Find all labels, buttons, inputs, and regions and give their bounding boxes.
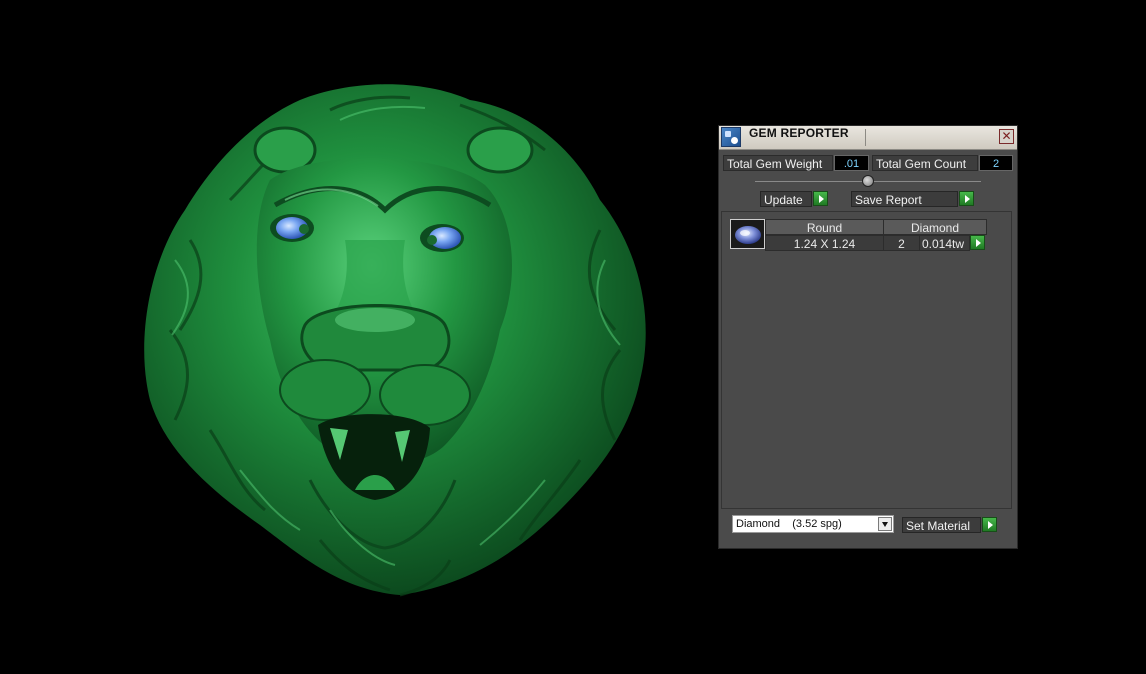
gem-reporter-icon xyxy=(721,127,741,147)
save-report-button[interactable]: Save Report xyxy=(851,191,958,207)
gem-material-cell: Diamond xyxy=(883,219,987,235)
title-bar[interactable]: GEM REPORTER ✕ xyxy=(719,126,1017,150)
close-icon[interactable]: ✕ xyxy=(999,129,1014,144)
set-material-button[interactable]: Set Material xyxy=(902,517,981,533)
total-gem-weight-value: .01 xyxy=(834,155,869,171)
play-arrow-icon[interactable] xyxy=(982,517,997,532)
round-gem-icon[interactable] xyxy=(730,219,765,249)
material-dropdown[interactable]: Diamond (3.52 spg) xyxy=(732,515,894,533)
gem-weight-cell: 0.014tw xyxy=(919,235,970,251)
gem-reporter-panel: GEM REPORTER ✕ Total Gem Weight .01 Tota… xyxy=(718,125,1018,549)
right-eye-gem xyxy=(420,224,464,252)
play-arrow-icon[interactable] xyxy=(959,191,974,206)
chevron-down-icon[interactable] xyxy=(878,517,892,531)
gem-count-cell: 2 xyxy=(883,235,920,251)
total-gem-weight-label: Total Gem Weight xyxy=(723,155,833,171)
title-divider xyxy=(865,129,866,146)
panel-title: GEM REPORTER xyxy=(749,126,849,140)
play-arrow-icon[interactable] xyxy=(813,191,828,206)
total-gem-count-value: 2 xyxy=(979,155,1013,171)
material-selected-value: Diamond (3.52 spg) xyxy=(736,518,842,530)
play-arrow-icon[interactable] xyxy=(970,235,985,250)
update-button[interactable]: Update xyxy=(760,191,812,207)
left-eye-gem xyxy=(270,214,314,242)
total-gem-count-label: Total Gem Count xyxy=(872,155,978,171)
gem-list: Round Diamond 1.24 X 1.24 2 0.014tw xyxy=(721,211,1012,509)
gem-shape-cell: Round xyxy=(765,219,884,235)
gem-size-cell: 1.24 X 1.24 xyxy=(765,235,884,251)
divider-slider-handle[interactable] xyxy=(862,175,874,187)
